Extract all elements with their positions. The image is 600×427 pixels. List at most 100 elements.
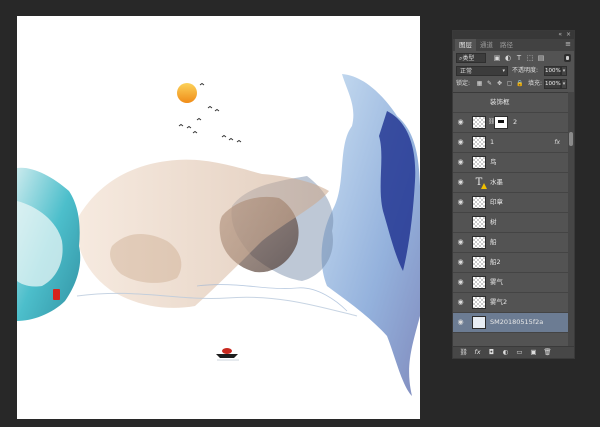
layer-thumbnail	[472, 116, 486, 129]
layer-name: 雾气	[490, 278, 503, 286]
layer-name: 雾气2	[490, 298, 508, 306]
layer-thumbnail	[472, 156, 486, 169]
layers-list: ◉ 装饰框 ◉ ⛓ 2 ◉ 1 fx ◉ 鸟 ◉ T 水墨	[453, 92, 570, 349]
layer-name: 2	[513, 118, 518, 126]
layer-effects-icon[interactable]: fx	[554, 133, 560, 152]
lock-image-icon[interactable]: ✎	[486, 80, 493, 88]
panel-header-strip: « ×	[453, 31, 574, 39]
layer-thumbnail	[472, 316, 486, 329]
layer-mask-thumbnail[interactable]	[494, 116, 508, 129]
panel-tabs: 图层 通道 路径 ≡	[453, 39, 574, 51]
layer-row[interactable]: ◉ 雾气	[453, 273, 570, 293]
layer-name: 鸟	[490, 158, 497, 166]
lock-position-icon[interactable]: ✥	[496, 80, 503, 88]
layer-row[interactable]: ◉ T 水墨	[453, 173, 570, 193]
opacity-label: 不透明度:	[512, 67, 539, 74]
layer-row[interactable]: ◉ 鸟	[453, 153, 570, 173]
tab-paths[interactable]: 路径	[496, 39, 517, 51]
chevron-down-icon: ▾	[502, 68, 505, 74]
visibility-eye-icon[interactable]: ◉	[456, 238, 465, 247]
mist-line	[196, 284, 348, 312]
add-mask-icon[interactable]: ◘	[487, 348, 496, 357]
visibility-eye-icon[interactable]: ◉	[456, 118, 465, 127]
adjustment-filter-icon[interactable]: ◐	[504, 53, 512, 63]
layer-row[interactable]: ◉ 雾气2	[453, 293, 570, 313]
layer-row[interactable]: ◉ 装饰框	[453, 93, 570, 113]
fx-icon[interactable]: fx	[473, 348, 482, 357]
image-filter-icon[interactable]: ▣	[493, 53, 501, 63]
layer-name: SM20180515f2a	[490, 318, 544, 326]
visibility-eye-icon[interactable]: ◉	[456, 318, 465, 327]
smartobject-filter-icon[interactable]: ▤	[537, 53, 545, 63]
mist-line	[76, 292, 358, 317]
panel-menu-icon[interactable]: ≡	[565, 40, 571, 48]
visibility-eye-icon[interactable]: ◉	[456, 258, 465, 267]
close-panel-icon[interactable]: ×	[566, 31, 571, 38]
visibility-eye-icon[interactable]: ◉	[456, 138, 465, 147]
layer-row[interactable]: ◉ 印章	[453, 193, 570, 213]
visibility-eye-icon[interactable]: ◉	[456, 158, 465, 167]
layer-thumbnail	[472, 276, 486, 289]
lock-all-icon[interactable]: 🔒	[516, 80, 523, 88]
warning-icon	[481, 183, 487, 189]
layer-name: 印章	[490, 198, 503, 206]
tab-layers[interactable]: 图层	[455, 39, 476, 51]
fill-label: 填充:	[528, 80, 543, 87]
document-canvas[interactable]	[17, 16, 420, 419]
visibility-eye-icon[interactable]: ◉	[456, 98, 465, 107]
sun-icon	[177, 83, 197, 103]
visibility-eye-icon[interactable]: ◉	[456, 298, 465, 307]
layer-row[interactable]: ◉ ⛓ 2	[453, 113, 570, 133]
layers-panel: « × 图层 通道 路径 ≡ ⌕类型 ▣ ◐ T ⬚ ▤ 正常 ▾ 不透明度: 1…	[452, 30, 575, 359]
adjustment-layer-icon[interactable]: ◐	[501, 348, 510, 357]
layer-row[interactable]: ◉ 1 fx	[453, 133, 570, 153]
layer-row[interactable]: ◉ 船	[453, 233, 570, 253]
layers-scrollbar[interactable]	[568, 92, 574, 348]
visibility-eye-icon[interactable]: ◉	[456, 198, 465, 207]
layer-row[interactable]: ◉ 树	[453, 213, 570, 233]
visibility-eye-icon[interactable]: ◉	[456, 178, 465, 187]
scrollbar-thumb[interactable]	[569, 132, 573, 146]
ink-landscape-artwork	[17, 74, 420, 396]
layer-name: 1	[490, 138, 495, 146]
layer-thumbnail	[472, 96, 486, 109]
shape-filter-icon[interactable]: ⬚	[526, 53, 534, 63]
layer-thumbnail	[472, 296, 486, 309]
opacity-input[interactable]: 100%	[544, 66, 561, 76]
link-icon[interactable]: ⛓	[459, 348, 468, 357]
filter-kind-select[interactable]: ⌕类型	[456, 53, 486, 63]
fill-dropdown-icon[interactable]: ▾	[561, 79, 567, 89]
tab-channels[interactable]: 通道	[476, 39, 497, 51]
blend-mode-value: 正常	[460, 68, 473, 75]
layer-thumbnail	[472, 256, 486, 269]
layer-thumbnail	[472, 216, 486, 229]
lock-transparent-icon[interactable]: ▦	[476, 80, 483, 88]
delete-icon[interactable]: 🗑	[543, 348, 552, 357]
filter-kind-label: 类型	[462, 55, 475, 62]
collapse-panel-icon[interactable]: «	[558, 31, 562, 38]
fill-input[interactable]: 100%	[544, 79, 561, 89]
visibility-eye-icon[interactable]: ◉	[456, 218, 465, 227]
lock-label: 锁定:	[456, 80, 471, 87]
red-seal	[53, 289, 60, 300]
new-layer-icon[interactable]: ▣	[529, 348, 538, 357]
type-filter-icon[interactable]: T	[515, 53, 523, 63]
layer-thumbnail	[472, 236, 486, 249]
layer-name: 水墨	[490, 178, 503, 186]
boat-icon	[216, 348, 239, 361]
lock-artboard-icon[interactable]: ▢	[506, 80, 513, 88]
lock-row: 锁定: ▦ ✎ ✥ ▢ 🔒 填充: 100% ▾	[456, 79, 571, 89]
visibility-eye-icon[interactable]: ◉	[456, 278, 465, 287]
layer-row-selected[interactable]: ◉ SM20180515f2a	[453, 313, 570, 333]
blend-mode-select[interactable]: 正常 ▾	[456, 66, 508, 76]
layer-row[interactable]: ◉ 船2	[453, 253, 570, 273]
filter-toggle[interactable]	[564, 54, 571, 62]
group-icon[interactable]: ▭	[515, 348, 524, 357]
layer-name: 装饰框	[490, 98, 510, 106]
layer-name: 树	[490, 218, 497, 226]
opacity-dropdown-icon[interactable]: ▾	[561, 66, 567, 76]
layer-name: 船	[490, 238, 497, 246]
panel-bottom-bar: ⛓ fx ◘ ◐ ▭ ▣ 🗑	[453, 346, 574, 358]
layer-filter-row: ⌕类型 ▣ ◐ T ⬚ ▤	[456, 53, 571, 63]
layer-thumbnail	[472, 136, 486, 149]
